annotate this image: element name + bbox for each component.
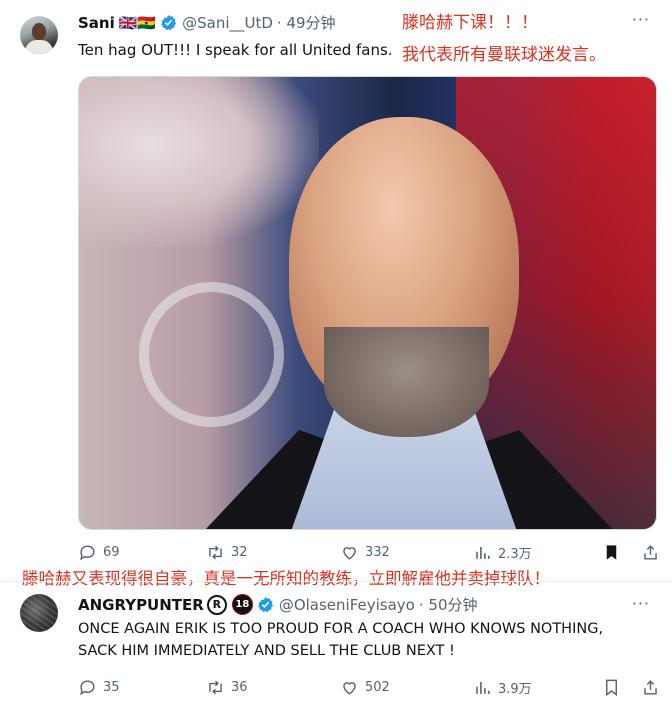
views-icon <box>476 681 490 694</box>
registered-badge-icon: R <box>206 594 227 615</box>
tweet-2[interactable]: ANGRYPUNTER R 18 @OlaseniFeyisayo · 50分钟… <box>0 590 672 714</box>
views-button[interactable]: 2.3万 <box>473 543 532 562</box>
views-icon <box>476 546 490 559</box>
annotation-line-1: 滕哈赫下课！！！ <box>402 13 538 33</box>
reply-count: 35 <box>103 680 120 695</box>
more-icon[interactable]: ··· <box>632 10 650 29</box>
bookmark-icon <box>606 545 617 560</box>
author-name[interactable]: ANGRYPUNTER <box>78 596 204 614</box>
views-count: 3.9万 <box>498 682 532 697</box>
reply-button[interactable]: 69 <box>78 543 120 562</box>
like-icon <box>343 682 356 695</box>
like-button[interactable]: 332 <box>340 543 390 562</box>
like-icon <box>343 547 356 560</box>
share-button[interactable] <box>641 543 660 566</box>
tweet-photo[interactable] <box>78 76 657 530</box>
avatar-sani[interactable] <box>20 16 58 54</box>
bookmark-button[interactable] <box>602 543 621 566</box>
tweet-1-actions: 69 32 332 2.3万 <box>78 543 658 563</box>
bookmark-icon <box>606 679 617 697</box>
tweet-text-line-2: SACK HIM IMMEDIATELY AND SELL THE CLUB N… <box>78 643 455 659</box>
retweet-count: 32 <box>231 545 248 560</box>
views-count: 2.3万 <box>498 547 532 562</box>
tweet-time[interactable]: · 50分钟 <box>419 594 478 615</box>
tweet-1-header: Sani 🇬🇧🇬🇭 @Sani__UtD · 49分钟 <box>78 12 336 33</box>
like-count: 332 <box>365 545 390 560</box>
share-icon <box>644 680 657 695</box>
retweet-button[interactable]: 36 <box>206 678 248 697</box>
more-icon[interactable]: ··· <box>632 594 650 613</box>
tweet-1[interactable]: Sani 🇬🇧🇬🇭 @Sani__UtD · 49分钟 ··· Ten hag … <box>0 0 672 575</box>
avatar-angrypunter[interactable] <box>20 594 58 632</box>
annotation-line-2: 我代表所有曼联球迷发言。 <box>402 45 606 65</box>
tweet-text: Ten hag OUT!!! I speak for all United fa… <box>78 41 393 59</box>
like-button[interactable]: 502 <box>340 678 390 697</box>
eighteen-badge-icon: 18 <box>231 594 253 615</box>
tweet-2-actions: 35 36 502 3.9万 <box>78 678 658 698</box>
author-handle[interactable]: @OlaseniFeyisayo <box>279 596 415 614</box>
reply-icon <box>80 680 95 696</box>
reply-icon <box>80 545 95 561</box>
tweet-time[interactable]: · 49分钟 <box>277 12 336 33</box>
like-count: 502 <box>365 680 390 695</box>
reply-button[interactable]: 35 <box>78 678 120 697</box>
tweet-divider <box>0 581 672 582</box>
bookmark-button[interactable] <box>602 678 621 701</box>
share-button[interactable] <box>641 678 660 701</box>
annotation-middle: 滕哈赫又表现得很自豪，真是一无所知的教练，立即解雇他并卖掉球队！ <box>22 569 550 588</box>
author-name[interactable]: Sani <box>78 14 115 32</box>
retweet-button[interactable]: 32 <box>206 543 248 562</box>
flag-emojis: 🇬🇧🇬🇭 <box>118 13 157 32</box>
reply-count: 69 <box>103 545 120 560</box>
verified-badge-icon <box>161 15 177 30</box>
retweet-icon <box>209 545 222 560</box>
retweet-icon <box>209 680 222 695</box>
verified-badge-icon <box>257 597 273 612</box>
views-button[interactable]: 3.9万 <box>473 678 532 697</box>
author-handle[interactable]: @Sani__UtD <box>182 14 273 32</box>
retweet-count: 36 <box>231 680 248 695</box>
share-icon <box>644 545 657 560</box>
tweet-2-header: ANGRYPUNTER R 18 @OlaseniFeyisayo · 50分钟 <box>78 594 477 615</box>
